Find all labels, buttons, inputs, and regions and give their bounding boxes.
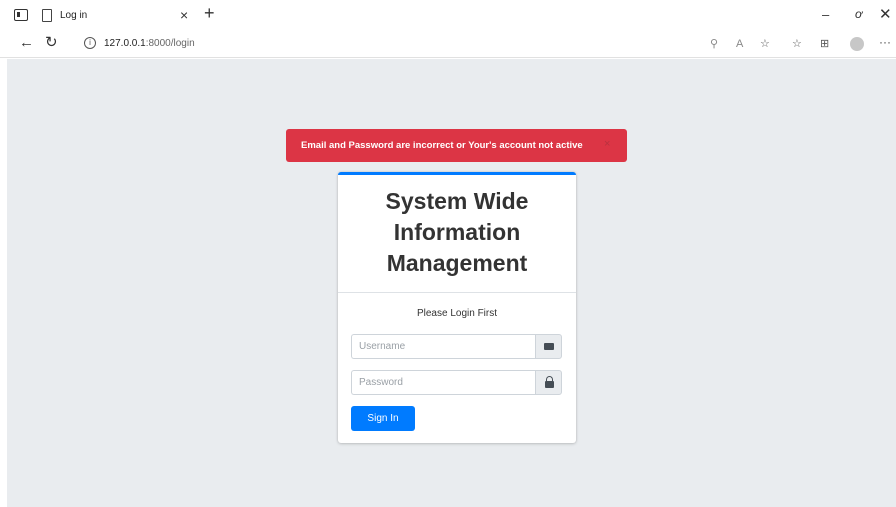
alert-close-button[interactable]: × (604, 138, 610, 150)
favorites-icon[interactable]: ☆ (792, 37, 802, 51)
browser-tab[interactable]: Log in × (34, 3, 194, 30)
password-group (351, 370, 562, 395)
url-text[interactable]: 127.0.0.1:8000/login (104, 38, 195, 49)
alert-message: Email and Password are incorrect or Your… (301, 140, 583, 151)
error-alert: Email and Password are incorrect or Your… (286, 129, 627, 162)
username-group (351, 334, 562, 359)
tab-close-button[interactable]: × (180, 6, 188, 24)
url-field[interactable]: i 127.0.0.1:8000/login (72, 33, 842, 55)
browser-titlebar: Log in × + – ơ ✕ (0, 0, 896, 30)
more-icon[interactable]: ··· (879, 35, 891, 49)
app-title-line-3: Management (386, 250, 528, 276)
zoom-icon[interactable]: ⚲ (710, 37, 718, 51)
site-info-icon[interactable]: i (84, 37, 96, 49)
envelope-icon (544, 343, 554, 350)
tab-title: Log in (60, 10, 88, 21)
password-addon (535, 370, 562, 395)
url-path: :8000/login (145, 38, 195, 49)
refresh-icon[interactable]: ↻ (45, 33, 58, 51)
address-bar: ← ↻ i 127.0.0.1:8000/login ⚲ A ☆ ☆ ⊞ ··· (0, 30, 896, 58)
favorite-add-icon[interactable]: ☆ (760, 37, 770, 51)
username-input[interactable] (351, 334, 535, 359)
page-icon (42, 9, 52, 22)
app-title-line-1: System Wide (385, 188, 529, 214)
collections-icon[interactable]: ⊞ (820, 37, 829, 51)
close-window-button[interactable]: ✕ (879, 5, 892, 23)
login-card: System Wide Information Management Pleas… (338, 172, 576, 443)
restore-button[interactable]: ơ (855, 7, 862, 21)
password-input[interactable] (351, 370, 535, 395)
tab-actions-icon[interactable] (14, 9, 28, 21)
lock-icon (545, 376, 554, 388)
read-aloud-icon[interactable]: A (736, 37, 743, 51)
card-header: System Wide Information Management (338, 175, 576, 293)
app-title-line-2: Information (393, 219, 521, 245)
profile-icon[interactable] (850, 37, 864, 51)
app-title: System Wide Information Management (338, 186, 576, 279)
back-arrow-icon[interactable]: ← (19, 34, 34, 51)
username-addon (535, 334, 562, 359)
login-prompt: Please Login First (416, 308, 498, 319)
sign-in-button[interactable]: Sign In (351, 406, 415, 431)
minimize-button[interactable]: – (822, 7, 829, 22)
new-tab-button[interactable]: + (204, 4, 215, 22)
page-viewport: Email and Password are incorrect or Your… (7, 59, 896, 507)
url-host: 127.0.0.1 (104, 38, 146, 49)
